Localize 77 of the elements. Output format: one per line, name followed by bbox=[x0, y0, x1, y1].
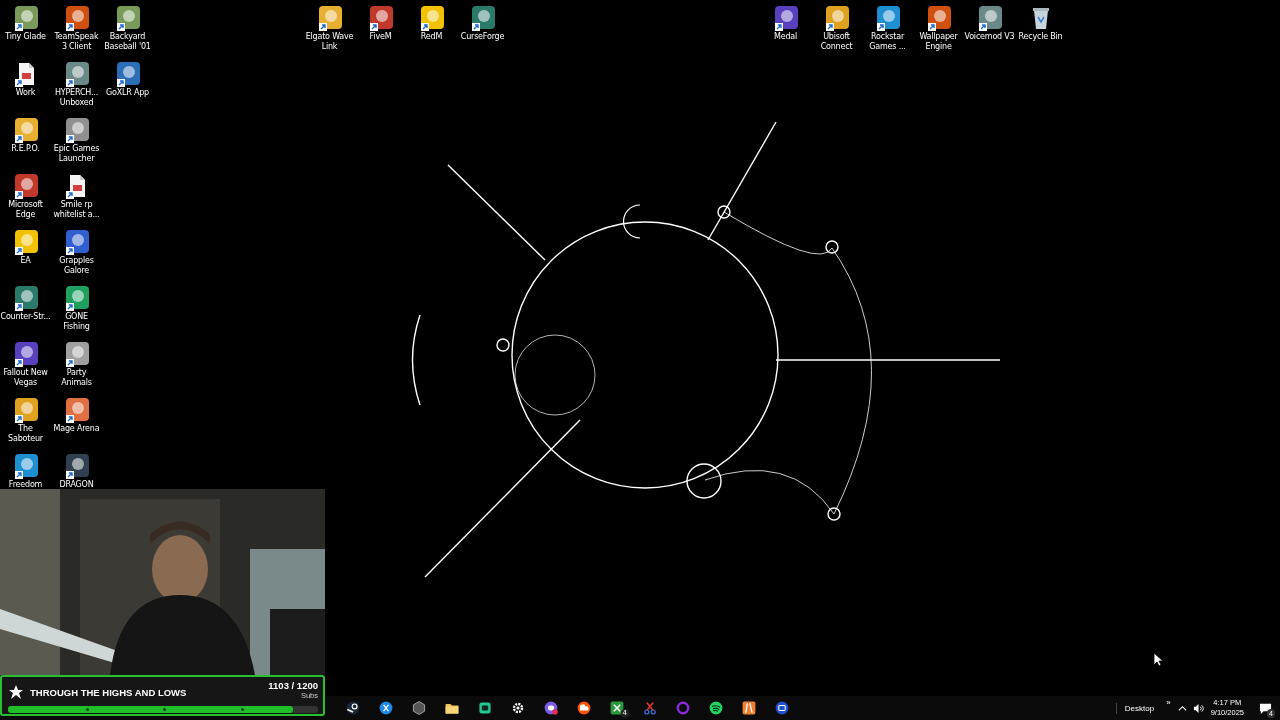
app-icon bbox=[12, 229, 39, 255]
desktop-shortcut[interactable]: FiveM bbox=[355, 2, 406, 58]
desktop-shortcut[interactable]: Party Animals bbox=[51, 338, 102, 394]
more-button[interactable]: » bbox=[1166, 698, 1171, 707]
app-icon bbox=[63, 117, 90, 143]
desktop-shortcut[interactable]: Wallpaper Engine bbox=[913, 2, 964, 58]
desktop-shortcut[interactable]: Microsoft Edge bbox=[0, 170, 51, 226]
app-icon bbox=[925, 5, 952, 31]
desktop-shortcut[interactable]: GoXLR App bbox=[102, 58, 153, 114]
speaker-icon[interactable] bbox=[1192, 702, 1204, 714]
desktop-shortcut[interactable]: Ubisoft Connect bbox=[811, 2, 862, 58]
app-icon bbox=[12, 453, 39, 479]
app-icon[interactable] bbox=[344, 700, 361, 716]
ring-icon[interactable] bbox=[674, 700, 691, 716]
app-icon bbox=[976, 5, 1003, 31]
desktop-shortcut[interactable]: RedM bbox=[406, 2, 457, 58]
desktop-shortcut[interactable]: DRAGON bbox=[51, 450, 102, 486]
desktop-shortcut[interactable]: Medal bbox=[760, 2, 811, 58]
desktop-shortcut[interactable]: Voicemod V3 bbox=[964, 2, 1015, 58]
desktop-shortcut[interactable]: CurseForge bbox=[457, 2, 508, 58]
app-icon bbox=[12, 341, 39, 367]
hexagon-icon[interactable] bbox=[410, 700, 427, 716]
app-icon bbox=[12, 5, 39, 31]
desktop-shortcut[interactable]: Counter-Str... bbox=[0, 282, 51, 338]
cloud-icon[interactable] bbox=[575, 700, 592, 716]
app-icon bbox=[63, 229, 90, 255]
app-icon[interactable] bbox=[476, 700, 493, 716]
desktop-shortcut[interactable]: Mage Arena bbox=[51, 394, 102, 450]
app-icon bbox=[316, 5, 343, 31]
app-icon[interactable] bbox=[773, 700, 790, 716]
desktop-shortcut[interactable]: The Saboteur bbox=[0, 394, 51, 450]
app-icon bbox=[63, 5, 90, 31]
desktop-shortcut[interactable]: Backyard Baseball '01 bbox=[102, 2, 153, 58]
app-icon bbox=[63, 341, 90, 367]
app-icon bbox=[63, 285, 90, 311]
desktop-shortcut[interactable]: Grapples Galore bbox=[51, 226, 102, 282]
goal-count: 1103 / 1200 bbox=[268, 680, 318, 691]
app-icon bbox=[823, 5, 850, 31]
desktop-shortcut[interactable]: Freedom bbox=[0, 450, 51, 486]
app-icon bbox=[63, 397, 90, 423]
desktop-shortcut[interactable]: Work bbox=[0, 58, 51, 114]
app-icon bbox=[114, 61, 141, 87]
desktop-shortcut[interactable]: TeamSpeak 3 Client bbox=[51, 2, 102, 58]
goal-title: THROUGH THE HIGHS AND LOWS bbox=[30, 687, 187, 698]
app-icon bbox=[114, 5, 141, 31]
message-icon bbox=[1258, 701, 1272, 715]
app-icon[interactable] bbox=[740, 700, 757, 716]
app-icon bbox=[63, 61, 90, 87]
desktop-shortcut[interactable]: Epic Games Launcher bbox=[51, 114, 102, 170]
scissors-icon[interactable] bbox=[641, 700, 658, 716]
app-icon bbox=[12, 285, 39, 311]
desktop-shortcut[interactable]: GONE Fishing bbox=[51, 282, 102, 338]
app-icon[interactable] bbox=[542, 700, 559, 716]
star-icon bbox=[8, 684, 24, 700]
app-icon bbox=[63, 453, 90, 479]
app-icon[interactable] bbox=[608, 700, 625, 716]
app-icon bbox=[12, 173, 39, 199]
desktop-shortcut[interactable]: Recycle Bin bbox=[1015, 2, 1066, 58]
desktop-shortcut[interactable]: EA bbox=[0, 226, 51, 282]
app-icon bbox=[772, 5, 799, 31]
app-icon bbox=[367, 5, 394, 31]
app-icon bbox=[874, 5, 901, 31]
desktop-shortcut[interactable]: Elgato Wave Link bbox=[304, 2, 355, 58]
desktop-shortcut[interactable]: Rockstar Games ... bbox=[862, 2, 913, 58]
app-icon[interactable] bbox=[707, 700, 724, 716]
app-icon[interactable] bbox=[377, 700, 394, 716]
desktop-shortcut[interactable]: R.E.P.O. bbox=[0, 114, 51, 170]
desktop-shortcut[interactable]: Fallout New Vegas bbox=[0, 338, 51, 394]
app-icon bbox=[12, 397, 39, 423]
desktop-shortcut[interactable]: HYPERCH... Unboxed bbox=[51, 58, 102, 114]
desktop-shortcut[interactable]: Tiny Glade bbox=[0, 2, 51, 58]
desktop-shortcut[interactable]: Smile rp whitelist a... bbox=[51, 170, 102, 226]
toolbar-label[interactable]: Desktop bbox=[1115, 702, 1161, 714]
app-icon bbox=[12, 117, 39, 143]
app-icon bbox=[469, 5, 496, 31]
app-icon bbox=[418, 5, 445, 31]
cursor-icon bbox=[1153, 652, 1163, 667]
